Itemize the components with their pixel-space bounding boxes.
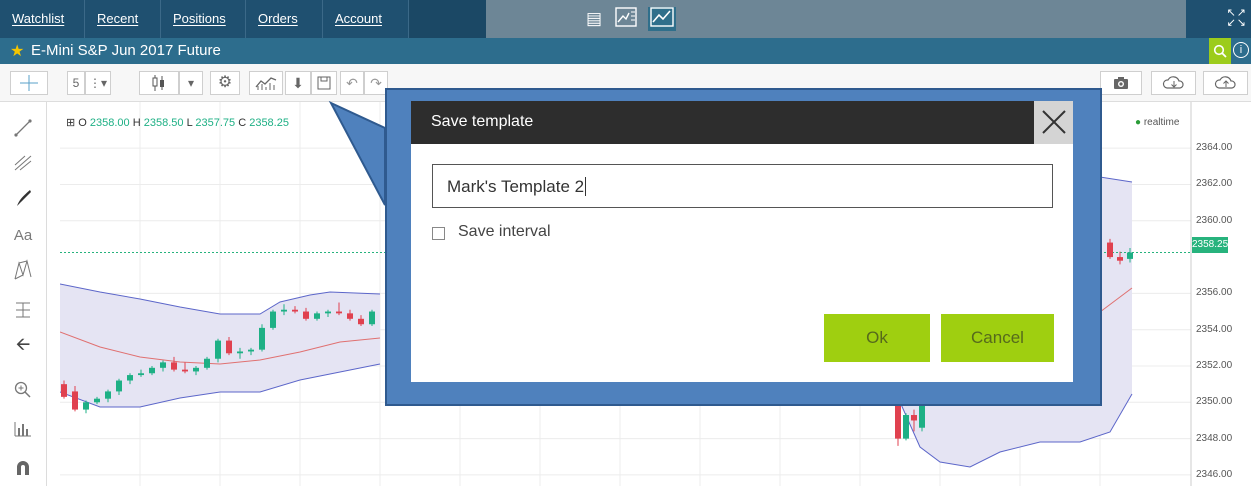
dialog-header: Save template bbox=[411, 101, 1073, 144]
save-interval-checkbox[interactable] bbox=[432, 227, 445, 240]
save-template-dialog: Save template Mark's Template 2 Save int… bbox=[411, 101, 1073, 382]
close-x-svg bbox=[1041, 110, 1066, 134]
template-name-input[interactable]: Mark's Template 2 bbox=[432, 164, 1053, 208]
callout-pointer bbox=[328, 100, 386, 206]
close-icon[interactable] bbox=[1034, 101, 1073, 144]
save-interval-label[interactable]: Save interval bbox=[458, 223, 551, 241]
dialog-title: Save template bbox=[431, 113, 534, 130]
text-cursor bbox=[585, 177, 587, 196]
template-name-value: Mark's Template 2 bbox=[447, 177, 585, 196]
ok-button[interactable]: Ok bbox=[824, 314, 930, 362]
cancel-button[interactable]: Cancel bbox=[941, 314, 1054, 362]
